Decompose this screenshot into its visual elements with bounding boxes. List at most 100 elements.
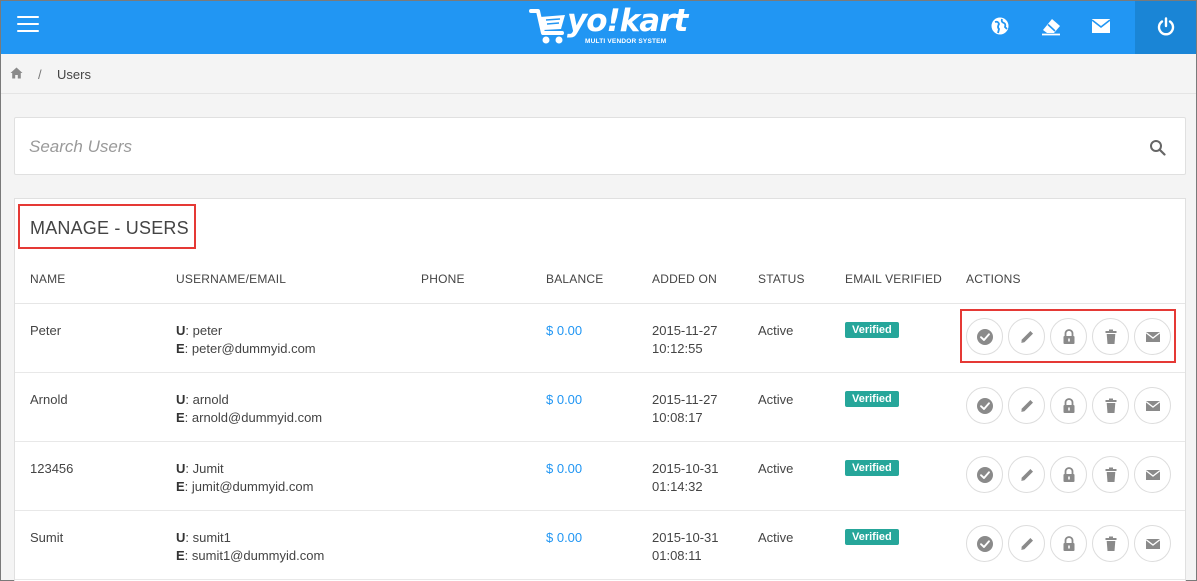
mail-icon[interactable]	[1090, 15, 1112, 37]
search-card	[14, 117, 1186, 175]
menu-icon[interactable]	[17, 16, 39, 36]
added-time: 01:14:32	[652, 479, 703, 494]
status: Active	[758, 530, 794, 545]
cart-icon	[529, 9, 565, 44]
activate-button[interactable]	[966, 387, 1003, 424]
lock-button[interactable]	[1050, 456, 1087, 493]
username-prefix: U	[176, 461, 186, 476]
added-date: 2015-10-31	[652, 530, 719, 545]
user-credentials: U: peter E: peter@dummyid.com	[176, 322, 316, 358]
user-name: Peter	[30, 323, 62, 338]
col-header-username-email: USERNAME/EMAIL	[176, 272, 287, 286]
email: : peter@dummyid.com	[184, 341, 316, 356]
activate-button[interactable]	[966, 525, 1003, 562]
logo[interactable]: yo!kart MULTI VENDOR SYSTEM	[529, 3, 688, 49]
row-actions	[966, 525, 1176, 565]
actions-highlight-box	[960, 309, 1176, 363]
status: Active	[758, 461, 794, 476]
col-header-name: NAME	[30, 272, 66, 286]
balance-link[interactable]: $ 0.00	[546, 529, 582, 547]
pencil-icon	[1021, 538, 1033, 550]
delete-button[interactable]	[1092, 456, 1129, 493]
col-header-email-verified: EMAIL VERIFIED	[845, 272, 943, 286]
home-icon[interactable]	[10, 67, 23, 79]
username: : sumit1	[185, 530, 231, 545]
delete-button[interactable]	[1092, 387, 1129, 424]
email: : sumit1@dummyid.com	[184, 548, 325, 563]
email: : arnold@dummyid.com	[184, 410, 323, 425]
added-time: 01:08:11	[652, 548, 702, 563]
user-credentials: U: arnold E: arnold@dummyid.com	[176, 391, 322, 427]
breadcrumb-current: Users	[57, 67, 91, 82]
email-prefix: E	[176, 410, 185, 425]
lock-button[interactable]	[1050, 525, 1087, 562]
power-button[interactable]	[1135, 1, 1196, 54]
breadcrumb-separator: /	[38, 67, 42, 82]
added-time: 10:08:17	[652, 410, 703, 425]
email-prefix: E	[176, 548, 185, 563]
added-date: 2015-10-31	[652, 461, 719, 476]
power-icon	[1157, 17, 1175, 36]
edit-button[interactable]	[1008, 525, 1045, 562]
check-icon	[977, 467, 993, 483]
added-date: 2015-11-27	[652, 323, 718, 338]
edit-button[interactable]	[1008, 387, 1045, 424]
col-header-balance: BALANCE	[546, 272, 604, 286]
search-input[interactable]	[29, 133, 1129, 161]
col-header-phone: PHONE	[421, 272, 465, 286]
added-on: 2015-11-27 10:12:55	[652, 322, 718, 358]
edit-button[interactable]	[1008, 456, 1045, 493]
delete-button[interactable]	[1092, 525, 1129, 562]
lock-icon	[1063, 467, 1075, 482]
mail-icon	[1145, 470, 1161, 480]
email-prefix: E	[176, 479, 185, 494]
added-time: 10:12:55	[652, 341, 703, 356]
col-header-actions: ACTIONS	[966, 272, 1021, 286]
email-button[interactable]	[1134, 525, 1171, 562]
trash-icon	[1105, 536, 1117, 551]
verified-badge: Verified	[845, 322, 899, 338]
added-date: 2015-11-27	[652, 392, 718, 407]
globe-icon[interactable]	[989, 15, 1011, 37]
col-header-status: STATUS	[758, 272, 805, 286]
check-icon	[977, 398, 993, 414]
pencil-icon	[1021, 400, 1033, 412]
username: : peter	[185, 323, 223, 338]
trash-icon	[1105, 467, 1117, 482]
username-prefix: U	[176, 392, 186, 407]
added-on: 2015-11-27 10:08:17	[652, 391, 718, 427]
top-bar: yo!kart MULTI VENDOR SYSTEM	[1, 1, 1196, 54]
balance-link[interactable]: $ 0.00	[546, 322, 582, 340]
pencil-icon	[1021, 469, 1033, 481]
email-button[interactable]	[1134, 456, 1171, 493]
activate-button[interactable]	[966, 456, 1003, 493]
verified-badge: Verified	[845, 529, 899, 545]
table-row: 123456 U: Jumit E: jumit@dummyid.com $ 0…	[15, 442, 1185, 511]
added-on: 2015-10-31 01:08:11	[652, 529, 719, 565]
email-button[interactable]	[1134, 387, 1171, 424]
table-row: Arnold U: arnold E: arnold@dummyid.com $…	[15, 373, 1185, 442]
user-credentials: U: sumit1 E: sumit1@dummyid.com	[176, 529, 324, 565]
eraser-icon[interactable]	[1040, 15, 1062, 37]
verified-badge: Verified	[845, 460, 899, 476]
email: : jumit@dummyid.com	[184, 479, 314, 494]
lock-icon	[1063, 536, 1075, 551]
row-actions	[966, 456, 1176, 496]
user-name: 123456	[30, 461, 74, 476]
username: : arnold	[185, 392, 229, 407]
user-name: Sumit	[30, 530, 64, 545]
search-icon[interactable]	[1149, 139, 1166, 156]
panel-title: MANAGE - USERS	[30, 218, 189, 238]
status: Active	[758, 323, 794, 338]
balance-link[interactable]: $ 0.00	[546, 391, 582, 409]
lock-button[interactable]	[1050, 387, 1087, 424]
email-prefix: E	[176, 341, 185, 356]
username: : Jumit	[185, 461, 224, 476]
balance-link[interactable]: $ 0.00	[546, 460, 582, 478]
verified-badge: Verified	[845, 391, 899, 407]
status: Active	[758, 392, 794, 407]
trash-icon	[1105, 398, 1117, 413]
logo-text: yo!kart	[567, 3, 688, 39]
breadcrumb: / Users	[1, 54, 1196, 94]
row-actions	[966, 387, 1176, 427]
